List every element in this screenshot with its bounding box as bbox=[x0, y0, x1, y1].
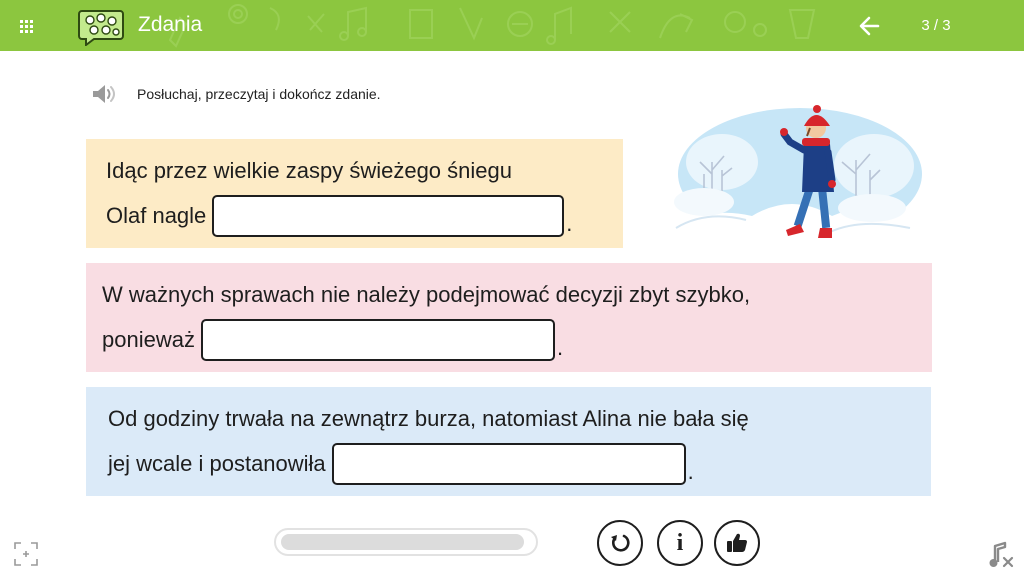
sentence-line: Olaf nagle . bbox=[106, 195, 623, 237]
expand-icon[interactable] bbox=[12, 540, 40, 568]
speech-bubble-icon bbox=[78, 10, 124, 46]
sentence-text: Idąc przez wielkie zaspy świeżego śniegu bbox=[106, 158, 512, 183]
sentence-line: Idąc przez wielkie zaspy świeżego śniegu bbox=[106, 151, 623, 191]
answer-field[interactable] bbox=[212, 195, 565, 237]
sentence-card-3: Od godziny trwała na zewnątrz burza, nat… bbox=[86, 387, 931, 496]
reset-icon bbox=[611, 534, 630, 552]
app-title: Zdania bbox=[138, 13, 203, 36]
reset-button[interactable] bbox=[597, 520, 643, 566]
grid-icon[interactable] bbox=[12, 12, 40, 40]
info-button[interactable]: i bbox=[657, 520, 703, 566]
instruction-text: Posłuchaj, przeczytaj i dokończ zdanie. bbox=[137, 86, 381, 102]
sentence-card-1: Idąc przez wielkie zaspy świeżego śniegu… bbox=[86, 139, 623, 248]
top-bar: Zdania 3 / 3 bbox=[0, 0, 1024, 51]
sentence-ending: . bbox=[566, 211, 573, 236]
thumbs-up-icon bbox=[727, 533, 747, 552]
sentence-text: W ważnych sprawach nie należy podejmować… bbox=[102, 282, 751, 307]
sentence-line: ponieważ . bbox=[102, 319, 932, 361]
answer-field[interactable] bbox=[331, 443, 686, 485]
sentence-ending: . bbox=[556, 335, 564, 360]
page-indicator: 3 / 3 bbox=[921, 17, 951, 34]
instruction: Posłuchaj, przeczytaj i dokończ zdanie. bbox=[90, 82, 381, 106]
check-button[interactable] bbox=[714, 520, 760, 566]
sentence-text: Od godziny trwała na zewnątrz burza, nat… bbox=[108, 406, 749, 431]
sentence-prefix: ponieważ bbox=[102, 327, 195, 352]
sentence-prefix: jej wcale i postanowiła bbox=[108, 451, 326, 476]
sentence-line: W ważnych sprawach nie należy podejmować… bbox=[102, 275, 932, 315]
arrow-left-icon[interactable] bbox=[856, 12, 884, 40]
sentence-prefix: Olaf nagle bbox=[106, 203, 207, 228]
info-icon: i bbox=[676, 529, 684, 556]
sentence-line: jej wcale i postanowiła . bbox=[108, 443, 931, 485]
progress-fill bbox=[281, 534, 524, 550]
speaker-icon[interactable] bbox=[90, 82, 118, 106]
music-mute-icon[interactable] bbox=[986, 540, 1016, 570]
answer-field[interactable] bbox=[200, 319, 555, 361]
progress-bar bbox=[274, 528, 538, 556]
sentence-ending: . bbox=[687, 459, 694, 484]
boy-walking-in-snow-illustration bbox=[662, 105, 922, 244]
sentence-line: Od godziny trwała na zewnątrz burza, nat… bbox=[108, 399, 931, 439]
sentence-card-2: W ważnych sprawach nie należy podejmować… bbox=[86, 263, 932, 372]
